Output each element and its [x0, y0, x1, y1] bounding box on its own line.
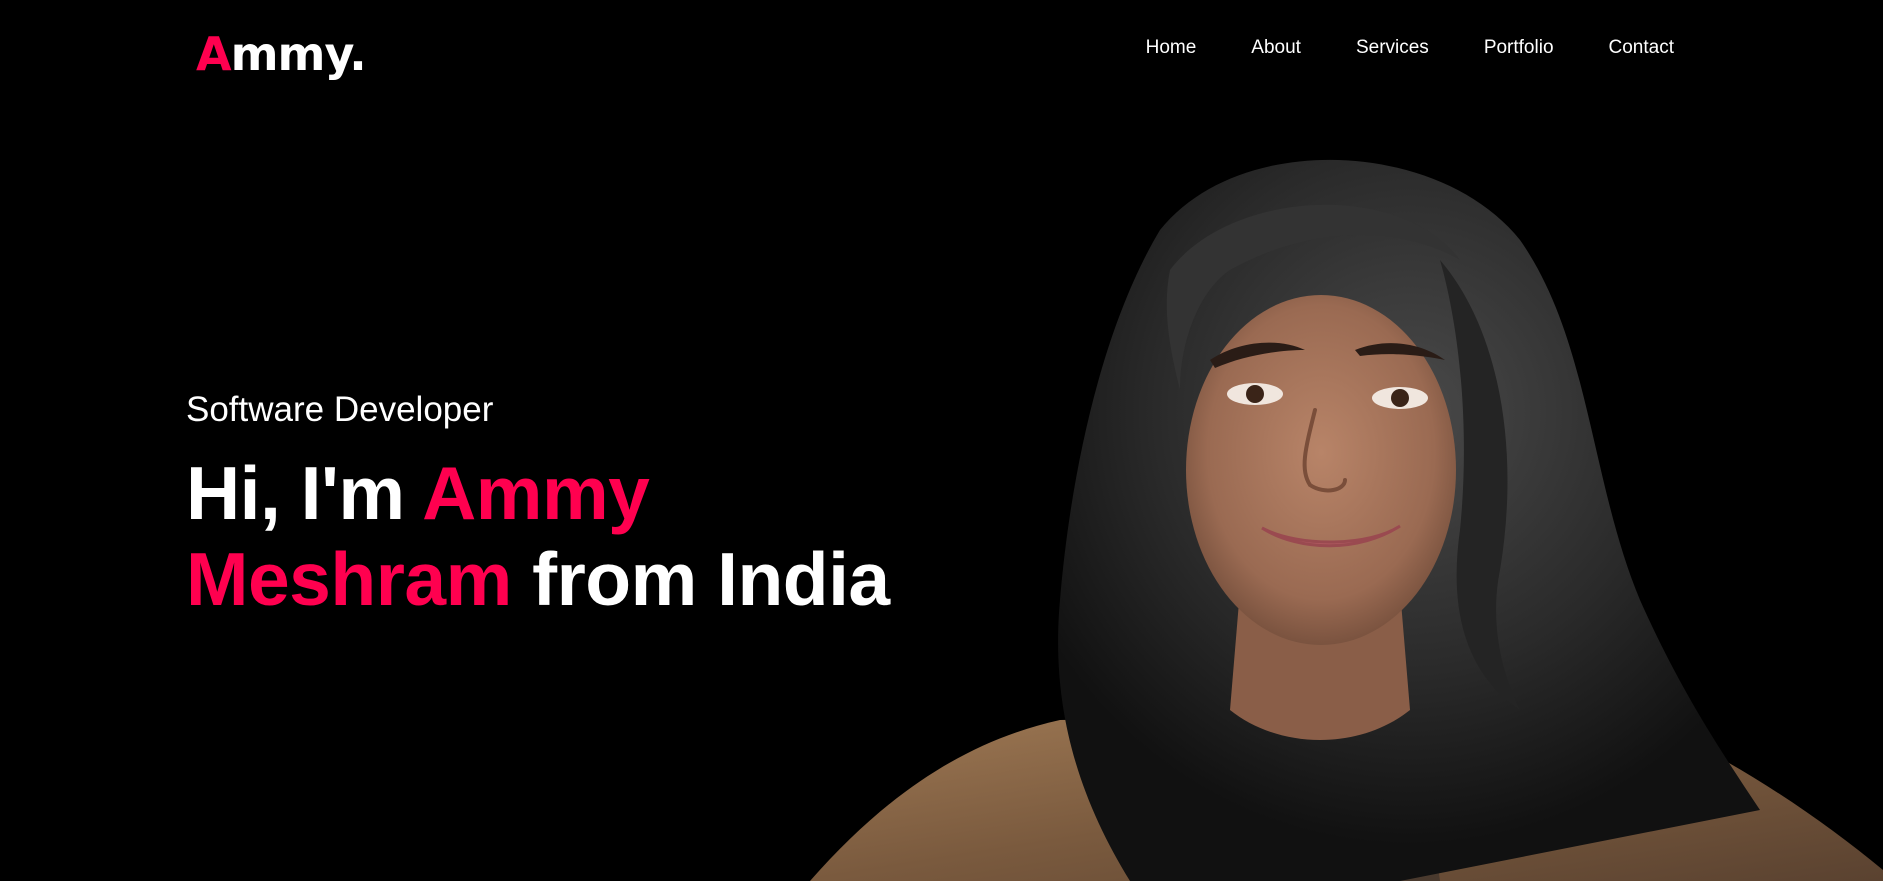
logo-text: mmy.: [230, 27, 367, 81]
right-iris-shape: [1391, 389, 1409, 407]
left-iris-shape: [1246, 385, 1264, 403]
nav-home-link[interactable]: Home: [1146, 37, 1197, 59]
hero-greeting: Hi, I'm: [186, 451, 423, 535]
main-nav: Home About Services Portfolio Contact: [1146, 37, 1674, 59]
nav-about-link[interactable]: About: [1251, 37, 1301, 59]
nav-contact-link[interactable]: Contact: [1609, 37, 1674, 59]
nav-services-link[interactable]: Services: [1356, 37, 1429, 59]
logo-initial: A: [196, 27, 232, 81]
site-logo[interactable]: Ammy.: [196, 24, 367, 84]
nav-portfolio-link[interactable]: Portfolio: [1484, 37, 1554, 59]
portrait-photo: [810, 159, 1883, 881]
